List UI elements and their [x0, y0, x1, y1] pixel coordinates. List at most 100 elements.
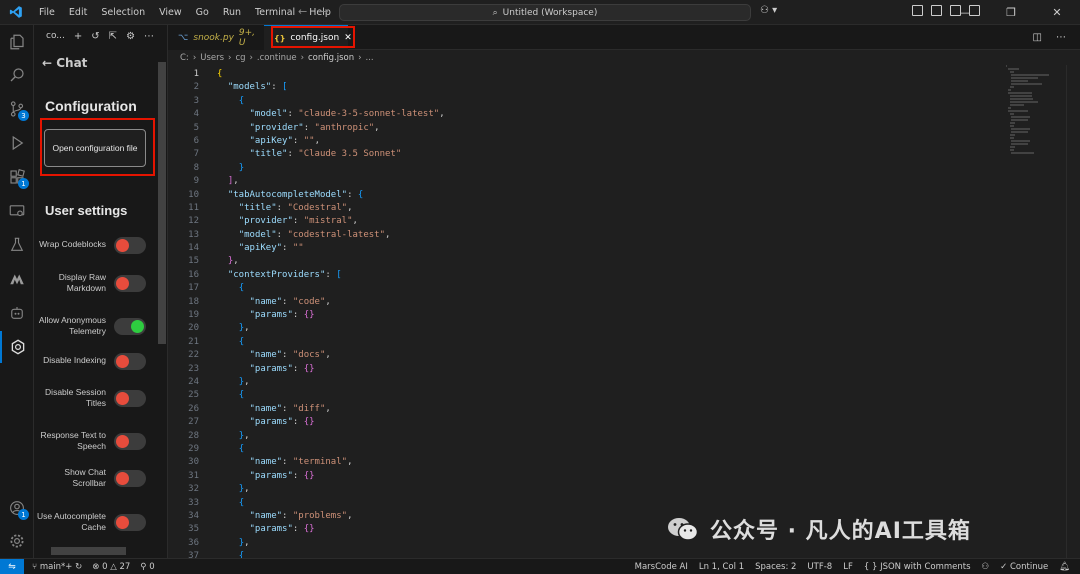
manage-gear-icon[interactable] — [0, 525, 34, 557]
editor-scrollbar[interactable] — [1066, 65, 1080, 558]
setting-toggle[interactable] — [114, 513, 146, 531]
code-line[interactable]: 25 { — [168, 389, 1008, 402]
code-line[interactable]: 12 "provider": "mistral", — [168, 215, 1008, 228]
encoding[interactable]: UTF-8 — [807, 562, 832, 572]
code-line[interactable]: 30 "name": "terminal", — [168, 456, 1008, 469]
code-line[interactable]: 7 "title": "Claude 3.5 Sonnet" — [168, 148, 1008, 161]
code-line[interactable]: 11 "title": "Codestral", — [168, 202, 1008, 215]
code-editor[interactable]: 1{2 "models": [3 {4 "model": "claude-3-5… — [168, 68, 1008, 563]
menu-terminal[interactable]: Terminal — [248, 7, 302, 18]
more-actions-icon[interactable]: ⋯ — [144, 31, 154, 42]
language-mode[interactable]: { } JSON with Comments — [864, 562, 971, 572]
code-line[interactable]: 14 "apiKey": "" — [168, 242, 1008, 255]
code-line[interactable]: 4 "model": "claude-3-5-sonnet-latest", — [168, 108, 1008, 121]
code-line[interactable]: 15 }, — [168, 255, 1008, 268]
testing-icon[interactable] — [0, 229, 34, 261]
cursor-position[interactable]: Ln 1, Col 1 — [699, 562, 744, 572]
back-arrow-icon[interactable]: ← — [298, 5, 307, 18]
explorer-icon[interactable] — [0, 26, 34, 58]
marscode-icon[interactable] — [0, 263, 34, 295]
copilot-icon[interactable]: ⚇ ▾ — [760, 5, 777, 16]
setting-toggle[interactable] — [114, 389, 146, 407]
code-line[interactable]: 28 }, — [168, 430, 1008, 443]
menu-edit[interactable]: Edit — [62, 7, 94, 18]
code-line[interactable]: 24 }, — [168, 376, 1008, 389]
search-view-icon[interactable] — [0, 59, 34, 91]
code-line[interactable]: 20 }, — [168, 322, 1008, 335]
code-line[interactable]: 10 "tabAutocompleteModel": { — [168, 189, 1008, 202]
code-line[interactable]: 32 }, — [168, 483, 1008, 496]
notifications-bell-icon[interactable]: 🔔︎ — [1059, 562, 1070, 572]
back-to-chat-link[interactable]: ← Chat — [42, 56, 87, 70]
code-line[interactable]: 2 "models": [ — [168, 81, 1008, 94]
breadcrumb-item[interactable]: Users — [200, 53, 224, 63]
breadcrumb-item[interactable]: ... — [366, 53, 374, 63]
new-session-icon[interactable]: + — [74, 31, 82, 42]
code-line[interactable]: 8 } — [168, 162, 1008, 175]
code-line[interactable]: 17 { — [168, 282, 1008, 295]
indentation[interactable]: Spaces: 2 — [755, 562, 796, 572]
split-editor-icon[interactable]: ◫ — [1033, 32, 1042, 43]
breadcrumb-item[interactable]: cg — [235, 53, 245, 63]
menu-view[interactable]: View — [152, 7, 189, 18]
code-line[interactable]: 33 { — [168, 497, 1008, 510]
restore-icon[interactable]: ❐ — [988, 0, 1034, 25]
forward-arrow-icon[interactable]: → — [319, 5, 328, 18]
code-line[interactable]: 18 "name": "code", — [168, 296, 1008, 309]
menu-file[interactable]: File — [32, 7, 62, 18]
setting-toggle[interactable] — [114, 317, 146, 335]
code-line[interactable]: 21 { — [168, 336, 1008, 349]
close-window-icon[interactable]: ✕ — [1034, 0, 1080, 25]
minimap[interactable] — [1006, 65, 1050, 165]
copilot-chat-icon[interactable] — [0, 297, 34, 329]
breadcrumb-item[interactable]: .continue — [257, 53, 297, 63]
toggle-primary-sidebar-icon[interactable] — [912, 5, 923, 16]
code-line[interactable]: 9 ], — [168, 175, 1008, 188]
ports-indicator[interactable]: ⚲ 0 — [140, 562, 154, 572]
menu-go[interactable]: Go — [189, 7, 216, 18]
menu-run[interactable]: Run — [216, 7, 248, 18]
extensions-icon[interactable]: 1 — [0, 161, 34, 193]
code-line[interactable]: 13 "model": "codestral-latest", — [168, 229, 1008, 242]
code-line[interactable]: 6 "apiKey": "", — [168, 135, 1008, 148]
git-branch[interactable]: ⑂ main*+ ↻ — [32, 562, 82, 572]
command-center-search[interactable]: ⌕ Untitled (Workspace) — [339, 4, 751, 21]
accounts-icon[interactable]: 1 — [0, 492, 34, 524]
code-line[interactable]: 5 "provider": "anthropic", — [168, 122, 1008, 135]
code-line[interactable]: 29 { — [168, 443, 1008, 456]
code-line[interactable]: 22 "name": "docs", — [168, 349, 1008, 362]
code-line[interactable]: 31 "params": {} — [168, 470, 1008, 483]
setting-toggle[interactable] — [114, 236, 146, 254]
code-line[interactable]: 3 { — [168, 95, 1008, 108]
code-line[interactable]: 16 "contextProviders": [ — [168, 269, 1008, 282]
breadcrumb-item[interactable]: config.json — [308, 53, 354, 63]
setting-toggle[interactable] — [114, 352, 146, 370]
setting-toggle[interactable] — [114, 274, 146, 292]
horizontal-scrollbar[interactable] — [51, 547, 126, 555]
menu-selection[interactable]: Selection — [94, 7, 152, 18]
setting-toggle[interactable] — [114, 432, 146, 450]
history-icon[interactable]: ↺ — [91, 31, 99, 42]
source-control-icon[interactable]: 3 — [0, 93, 34, 125]
remote-explorer-icon[interactable] — [0, 195, 34, 227]
minimize-icon[interactable]: — — [942, 0, 988, 25]
open-configuration-button[interactable]: Open configuration file — [44, 129, 146, 167]
run-debug-icon[interactable] — [0, 127, 34, 159]
continue-status[interactable]: ✓ Continue — [1000, 562, 1048, 572]
code-line[interactable]: 1{ — [168, 68, 1008, 81]
editor-more-icon[interactable]: ⋯ — [1056, 32, 1066, 43]
end-of-line[interactable]: LF — [843, 562, 853, 572]
problems-indicator[interactable]: ⊗ 0 △ 27 — [92, 562, 130, 572]
open-in-editor-icon[interactable]: ⇱ — [109, 31, 117, 42]
copilot-status-icon[interactable]: ⚇ — [982, 562, 990, 572]
remote-indicator-icon[interactable]: ⇋ — [0, 558, 24, 574]
code-line[interactable]: 27 "params": {} — [168, 416, 1008, 429]
code-line[interactable]: 26 "name": "diff", — [168, 403, 1008, 416]
side-panel-scrollbar[interactable] — [158, 62, 166, 344]
tab-snook-py[interactable]: ⌥ snook.py 9+, U — [168, 25, 264, 50]
toggle-panel-icon[interactable] — [931, 5, 942, 16]
continue-icon[interactable] — [0, 331, 34, 363]
breadcrumb-item[interactable]: C: — [180, 53, 189, 63]
code-line[interactable]: 23 "params": {} — [168, 363, 1008, 376]
marscode-status[interactable]: MarsCode AI — [635, 562, 688, 572]
